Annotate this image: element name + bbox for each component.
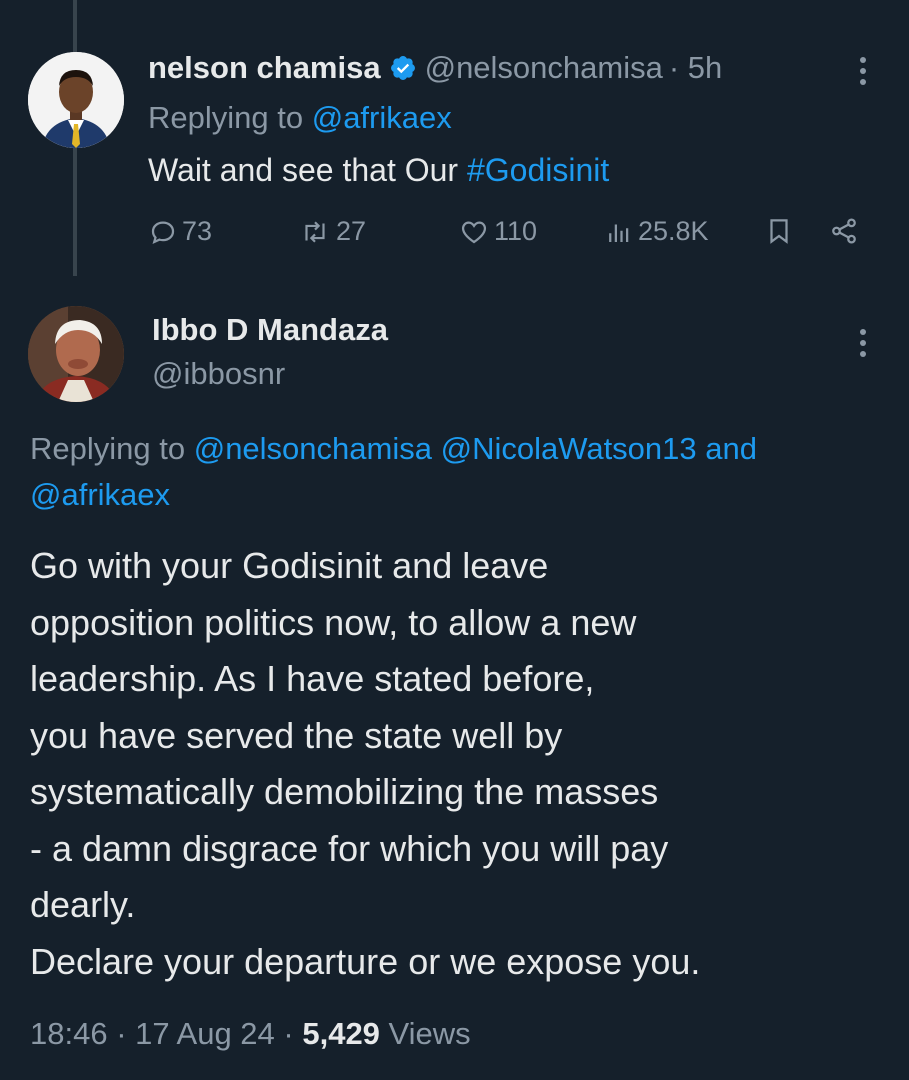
- views-count: 5,429: [302, 1016, 380, 1051]
- like-button[interactable]: 110: [458, 216, 537, 247]
- hashtag-link[interactable]: #Godisinit: [467, 152, 609, 188]
- reply-button[interactable]: 73: [148, 216, 212, 247]
- repost-button[interactable]: 27: [298, 216, 366, 247]
- views-icon: [609, 224, 629, 242]
- bookmark-button[interactable]: [764, 216, 798, 246]
- repost-icon: [305, 221, 325, 242]
- replying-to: Replying to @afrikaex: [148, 100, 452, 136]
- replying-label: Replying to: [30, 431, 194, 466]
- share-icon: [832, 218, 856, 244]
- author-handle[interactable]: @ibbosnr: [152, 356, 285, 392]
- replying-label: Replying to: [148, 100, 312, 135]
- tweet-time[interactable]: · 5h: [669, 50, 722, 85]
- author-handle[interactable]: @nelsonchamisa: [425, 50, 663, 85]
- views-label: Views: [388, 1016, 471, 1051]
- tweet-text: Go with your Godisinit and leave opposit…: [30, 545, 701, 982]
- reply-icon: [151, 220, 175, 244]
- repost-count: 27: [336, 216, 367, 246]
- replying-to-link[interactable]: @nelsonchamisa: [194, 431, 432, 466]
- share-button[interactable]: [828, 216, 864, 246]
- tweet-text: Wait and see that Our #Godisinit: [148, 152, 609, 189]
- reply-count: 73: [182, 216, 213, 246]
- tweet1-header: nelson chamisa @nelsonchamisa · 5h: [148, 50, 722, 86]
- like-icon: [461, 220, 487, 243]
- replying-to-link[interactable]: @afrikaex: [30, 477, 170, 512]
- views-button[interactable]: 25.8K: [604, 216, 709, 247]
- tweet-actions: 73 27 110 25.8K: [148, 216, 868, 258]
- bookmark-icon: [770, 219, 788, 244]
- tweet-time[interactable]: 18:46: [30, 1016, 108, 1051]
- views-count: 25.8K: [638, 216, 709, 246]
- avatar-nelson-chamisa[interactable]: [28, 52, 124, 148]
- thread-line-top: [73, 0, 77, 52]
- more-icon[interactable]: [856, 326, 870, 360]
- replying-to: Replying to @nelsonchamisa @NicolaWatson…: [30, 426, 880, 518]
- thread-line: [73, 146, 77, 276]
- previous-tweet-actions-cutoff: [0, 0, 909, 6]
- author-name[interactable]: Ibbo D Mandaza: [152, 312, 388, 348]
- verified-badge-icon: [390, 56, 415, 80]
- replying-and[interactable]: and: [697, 431, 757, 466]
- tweet-meta: 18:46 · 17 Aug 24 · 5,429 Views: [30, 1016, 471, 1051]
- tweet-text-body: Wait and see that Our: [148, 152, 467, 188]
- replying-to-link[interactable]: @NicolaWatson13: [441, 431, 697, 466]
- author-name[interactable]: nelson chamisa: [148, 50, 381, 85]
- tweet-date[interactable]: 17 Aug 24: [135, 1016, 275, 1051]
- more-icon[interactable]: [856, 54, 870, 88]
- like-count: 110: [494, 216, 538, 246]
- avatar-ibbo-mandaza[interactable]: [28, 306, 124, 402]
- replying-to-link[interactable]: @afrikaex: [312, 100, 452, 135]
